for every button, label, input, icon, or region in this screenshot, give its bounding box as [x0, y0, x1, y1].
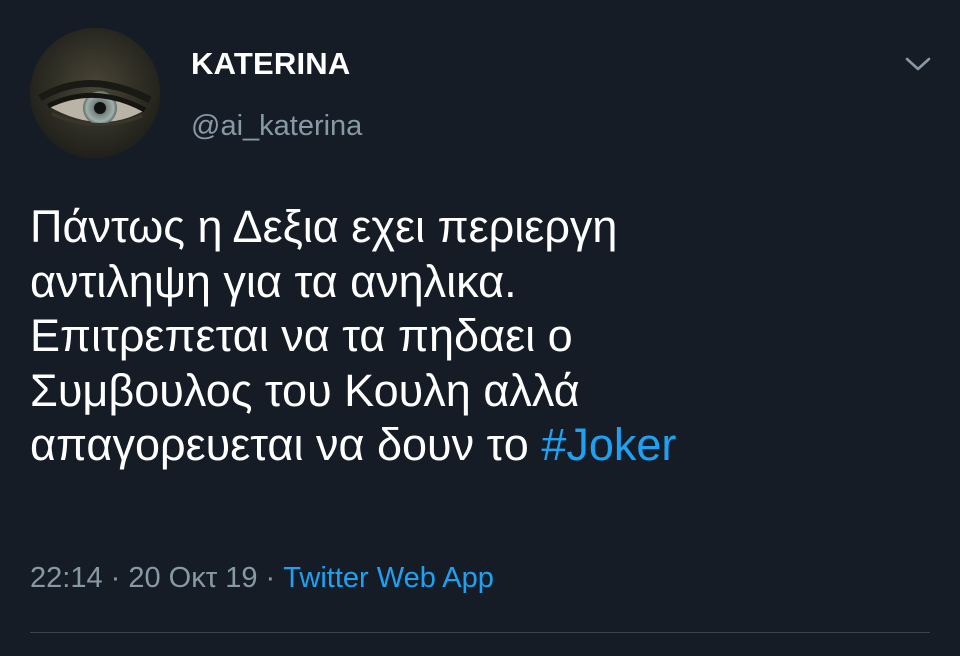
tweet-date[interactable]: 20 Οκτ 19	[128, 562, 257, 594]
author-display-name[interactable]: KATERINA	[191, 46, 350, 82]
meta-separator: ·	[257, 562, 284, 594]
tweet-card: KATERINA @ai_katerina Πάντως η Δεξια εχε…	[0, 0, 960, 656]
meta-separator: ·	[102, 562, 129, 594]
eye-icon	[30, 28, 160, 158]
tweet-body: Πάντως η Δεξια εχει περιεργη αντιληψη γι…	[30, 201, 618, 470]
chevron-down-icon[interactable]	[902, 50, 934, 78]
hashtag-link[interactable]: #Joker	[541, 419, 676, 470]
tweet-time[interactable]: 22:14	[30, 562, 103, 594]
avatar[interactable]	[30, 28, 160, 158]
tweet-text: Πάντως η Δεξια εχει περιεργη αντιληψη γι…	[30, 200, 930, 473]
author-handle[interactable]: @ai_katerina	[191, 110, 362, 143]
tweet-meta: 22:14 · 20 Οκτ 19 · Twitter Web App	[30, 562, 494, 595]
divider	[30, 632, 930, 633]
tweet-source-link[interactable]: Twitter Web App	[283, 562, 494, 594]
